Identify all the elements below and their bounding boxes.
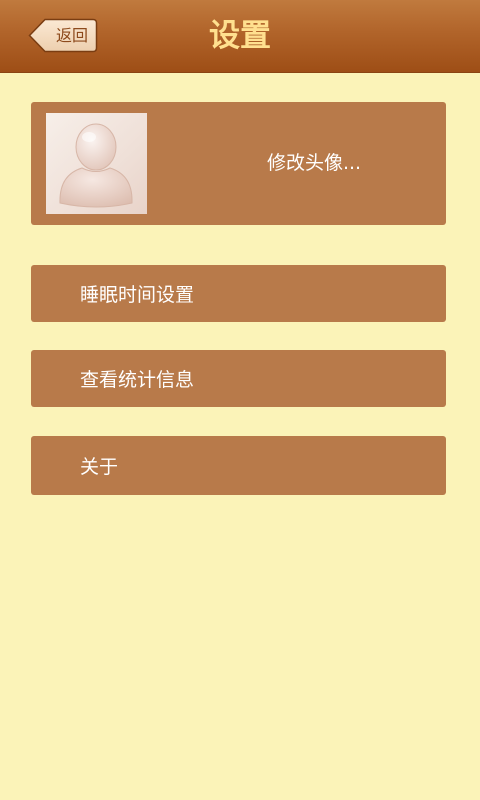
title-bar: 返回 设置 [0,0,480,72]
menu-item-label: 关于 [80,456,119,478]
change-avatar-label: 修改头像... [266,152,362,174]
default-user-avatar-icon [59,123,133,208]
menu-item-label: 查看统计信息 [80,369,195,391]
menu-item-about[interactable]: 关于 [31,436,446,495]
page-title: 设置 [209,18,271,54]
avatar [46,113,147,214]
menu-item-sleep-time-settings[interactable]: 睡眠时间设置 [31,265,446,322]
menu-item-view-statistics[interactable]: 查看统计信息 [31,350,446,407]
menu-item-label: 睡眠时间设置 [80,284,195,306]
change-avatar-card[interactable]: 修改头像... [31,102,446,225]
